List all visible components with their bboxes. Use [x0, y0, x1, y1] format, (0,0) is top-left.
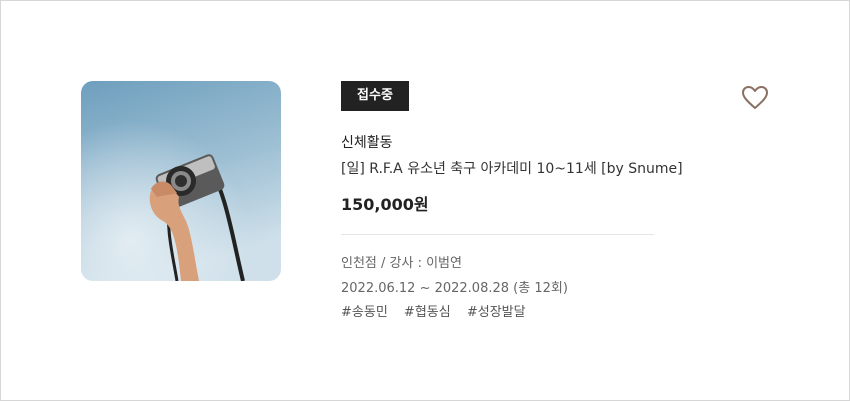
schedule-dates: 2022.06.12 ~ 2022.08.28 (총 12회) — [341, 281, 568, 296]
program-price: 150,000원 — [341, 195, 429, 214]
tag[interactable]: #송동민 — [341, 305, 388, 320]
branch-instructor: 인천점 / 강사 : 이범연 — [341, 256, 462, 271]
tag-list: #송동민 #협동심 #성장발달 — [341, 304, 538, 322]
tag[interactable]: #협동심 — [404, 305, 451, 320]
heart-outline-icon[interactable] — [741, 85, 769, 111]
program-title[interactable]: [일] R.F.A 유소년 축구 아카데미 10~11세 [by Snume] — [341, 158, 683, 180]
status-badge: 접수중 — [341, 81, 409, 111]
camera-photo-image — [81, 81, 281, 281]
divider — [341, 234, 654, 235]
program-thumbnail[interactable] — [81, 81, 281, 281]
program-card[interactable]: 접수중 신체활동 [일] R.F.A 유소년 축구 아카데미 10~11세 [b… — [0, 0, 850, 401]
program-category: 신체활동 — [341, 135, 393, 151]
tag[interactable]: #성장발달 — [467, 305, 526, 320]
